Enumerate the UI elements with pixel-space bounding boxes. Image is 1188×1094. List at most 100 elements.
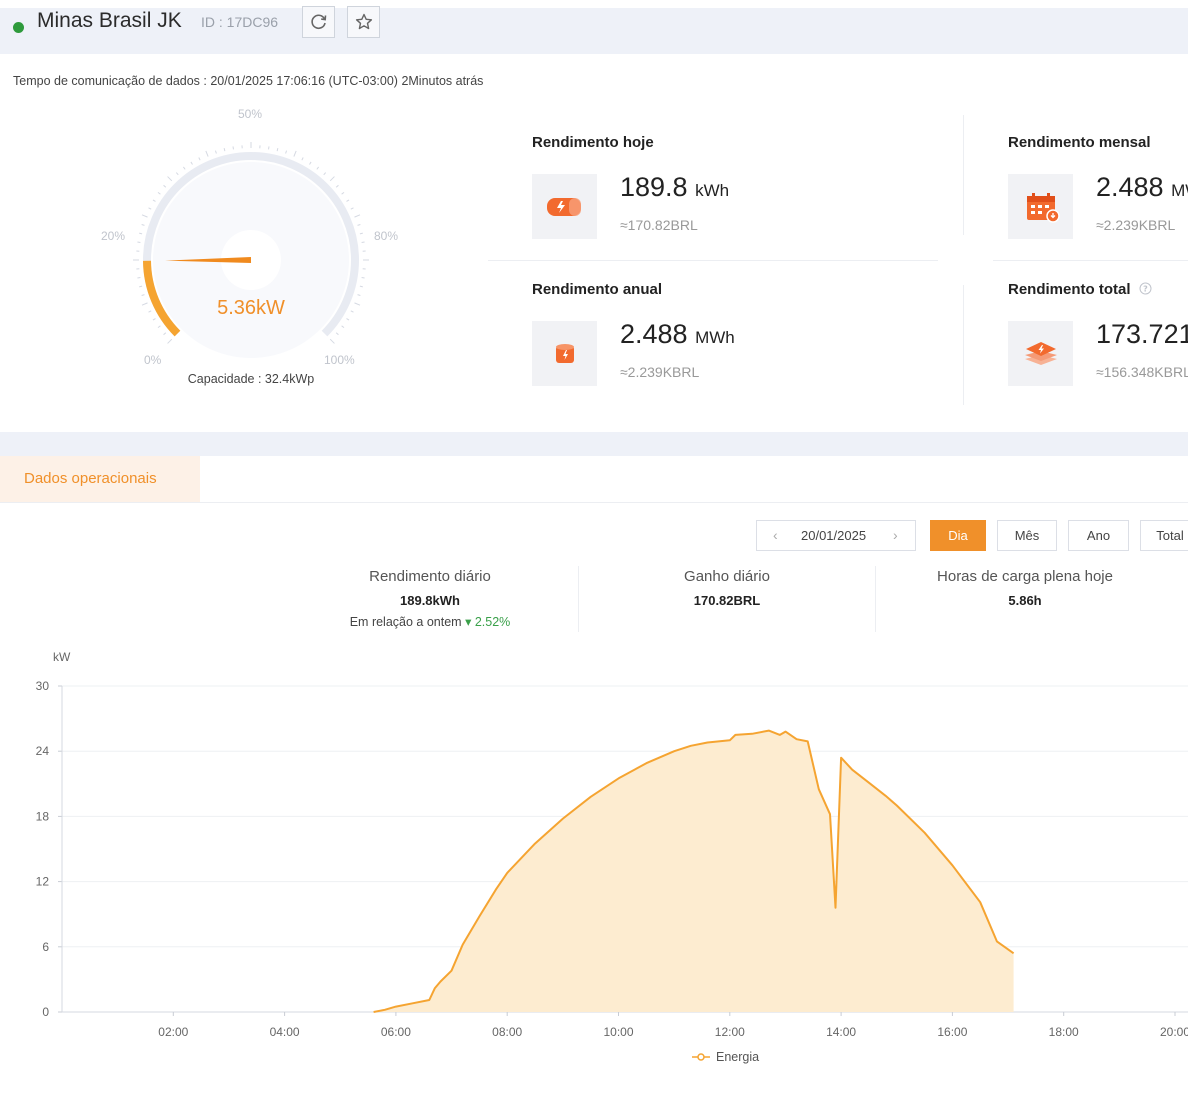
battery-icon: [532, 174, 597, 239]
stat-number: 2.488: [1096, 172, 1164, 202]
y-tick-label: 12: [36, 875, 50, 889]
y-tick-label: 24: [36, 744, 50, 758]
kpi-value: 170.82BRL: [693, 593, 761, 608]
gauge-tick: [346, 199, 350, 202]
y-tick-label: 0: [42, 1005, 49, 1019]
segment-day[interactable]: Dia: [930, 520, 986, 551]
gauge-tick: [341, 325, 345, 328]
stat-card-annual: Rendimento anual 2.488 MWh ≈2.239KBRL: [532, 281, 932, 391]
kpi-title: Horas de carga plena hoje: [937, 568, 1113, 585]
kpi-daily-gain: Ganho diário 170.82BRL: [627, 568, 827, 608]
trend-down-icon: ▾: [465, 615, 472, 629]
stat-number: 2.488: [620, 319, 688, 349]
stat-unit: MWh: [695, 328, 735, 347]
stat-unit: kWh: [695, 181, 730, 200]
legend-marker: [692, 1053, 710, 1061]
compare-label: Em relação a ontem: [349, 615, 462, 629]
calendar-icon: [1008, 174, 1073, 239]
gauge-tick: [141, 223, 145, 226]
y-axis-unit: kW: [53, 650, 71, 664]
gauge-tick: [350, 207, 354, 210]
refresh-icon: [310, 14, 326, 30]
segment-year[interactable]: Ano: [1068, 520, 1129, 551]
gauge-tick: [341, 192, 345, 195]
layers-icon: [1008, 321, 1073, 386]
stat-number: 173.721: [1096, 319, 1188, 349]
gauge-tick: [157, 325, 161, 328]
gauge-tick: [359, 285, 363, 288]
stat-value: 2.488 MWh: [1096, 172, 1188, 203]
gauge-tick: [152, 199, 156, 202]
gauge-tick: [141, 214, 148, 218]
stat-title: Rendimento mensal: [1008, 134, 1151, 151]
segment-total[interactable]: Total: [1140, 520, 1188, 551]
x-tick-label: 16:00: [937, 1025, 967, 1039]
favorite-button[interactable]: [347, 6, 380, 38]
tab-underline: [0, 502, 1188, 503]
status-dot: [13, 22, 24, 33]
gauge-tick: [323, 172, 327, 176]
stat-title-text: Rendimento total: [1008, 281, 1131, 298]
date-value: 20/01/2025: [801, 528, 867, 543]
gauge-tick: [329, 338, 335, 344]
gauge-tick: [157, 192, 161, 195]
gauge-tick: [316, 166, 319, 170]
stat-number: 189.8: [620, 172, 688, 202]
gauge-tick: [276, 148, 279, 152]
svg-text:?: ?: [1143, 285, 1148, 294]
card-divider: [963, 115, 964, 235]
y-tick-label: 18: [36, 809, 50, 823]
gauge-label-80: 80%: [374, 229, 399, 243]
gauge-tick: [148, 207, 152, 210]
chart-legend[interactable]: Energia: [692, 1050, 759, 1064]
gauge-tick: [175, 172, 179, 176]
stat-unit: MWh: [1171, 181, 1188, 200]
stat-sub: ≈170.82BRL: [620, 217, 698, 233]
gauge-tick: [183, 166, 186, 170]
gauge-tick: [359, 232, 363, 235]
stat-title: Rendimento total ?: [1008, 281, 1152, 298]
x-tick-label: 12:00: [715, 1025, 745, 1039]
gauge-tick: [167, 338, 173, 344]
stat-value: 2.488 MWh: [620, 319, 735, 350]
stat-title: Rendimento hoje: [532, 134, 654, 151]
gauge-tick: [163, 332, 167, 336]
gauge-label-50: 50%: [238, 107, 263, 121]
chevron-right-icon[interactable]: ›: [893, 527, 898, 543]
stat-sub: ≈2.239KBRL: [620, 364, 700, 380]
gauge-tick: [205, 150, 209, 157]
segment-month[interactable]: Mês: [997, 520, 1057, 551]
gauge-tick: [357, 294, 361, 297]
gauge-tick: [139, 232, 143, 235]
gauge-tick: [354, 214, 361, 218]
stat-value: 189.8 kWh: [620, 172, 729, 203]
gauge-label-20: 20%: [101, 229, 126, 243]
kpi-divider: [875, 566, 876, 632]
stat-card-today: Rendimento hoje 189.8 kWh ≈170.82BRL: [532, 134, 932, 244]
header-bar: Minas Brasil JK ID : 17DC96: [0, 6, 1188, 54]
card-divider: [963, 285, 964, 405]
y-tick-label: 6: [42, 940, 49, 954]
kpi-value: 5.86h: [1008, 593, 1042, 608]
stat-sub: ≈156.348KBRL: [1096, 364, 1188, 380]
gauge-tick: [357, 223, 361, 226]
chevron-left-icon[interactable]: ‹: [773, 527, 778, 543]
current-power: 5.36kW: [217, 297, 285, 319]
help-icon[interactable]: ?: [1139, 282, 1152, 295]
kpi-value: 189.8kWh: [400, 593, 460, 608]
gauge-tick: [285, 150, 288, 154]
capacity: Capacidade : 32.4kWp: [187, 372, 315, 386]
x-tick-label: 18:00: [1049, 1025, 1079, 1039]
kpi-divider: [578, 566, 579, 632]
gauge-tick: [335, 332, 339, 336]
x-tick-label: 04:00: [270, 1025, 300, 1039]
x-tick-label: 10:00: [603, 1025, 633, 1039]
refresh-button[interactable]: [302, 6, 335, 38]
gauge-tick: [167, 176, 173, 182]
kpi-full-load-hours: Horas de carga plena hoje 5.86h: [905, 568, 1145, 608]
tab-operational-data[interactable]: Dados operacionais: [0, 456, 200, 502]
date-picker[interactable]: ‹ 20/01/2025 ›: [756, 520, 916, 551]
stat-sub: ≈2.239KBRL: [1096, 217, 1176, 233]
x-tick-label: 06:00: [381, 1025, 411, 1039]
plant-id: ID : 17DC96: [201, 14, 279, 30]
